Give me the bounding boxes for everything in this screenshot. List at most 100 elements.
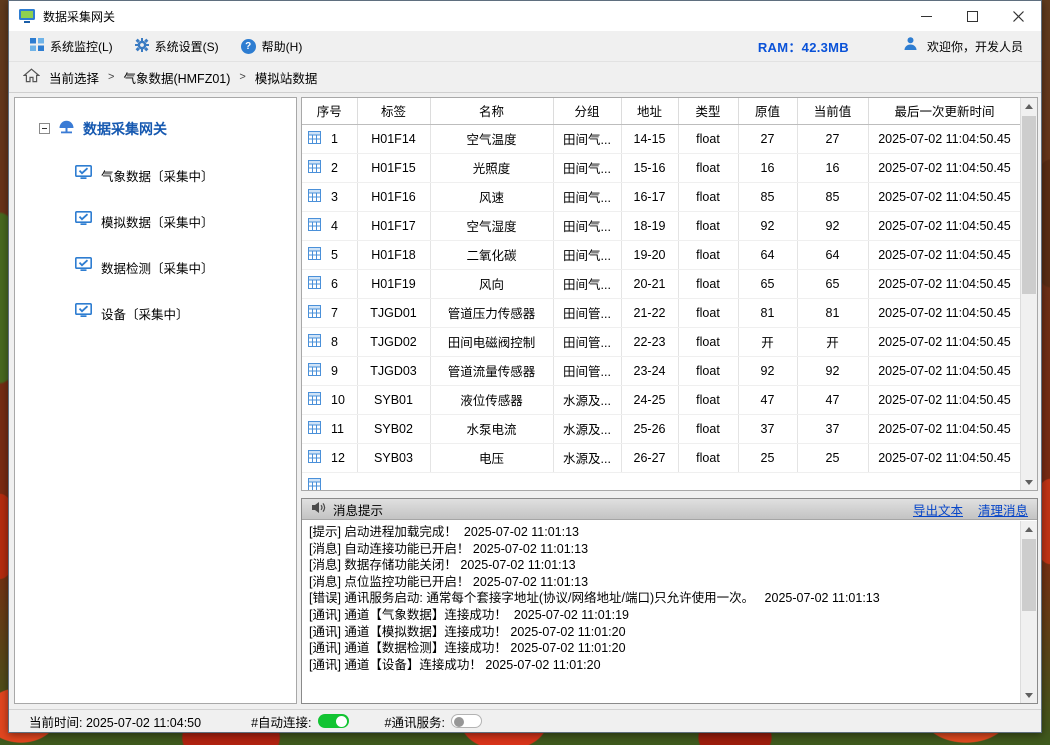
cell-type: float: [678, 240, 738, 269]
toggle-knob: [336, 716, 347, 727]
comm-service-label: #通讯服务:: [385, 712, 445, 731]
grid-row-icon: [308, 305, 321, 321]
breadcrumb-page[interactable]: 模拟站数据: [255, 68, 318, 87]
cell-address: 14-15: [621, 124, 678, 153]
cell-current-value: 92: [797, 211, 868, 240]
table-row[interactable]: 9 TJGD03 管道流量传感器 田间管... 23-24 float 92 9…: [302, 356, 1021, 385]
title-bar: 数据采集网关: [9, 1, 1041, 31]
table-header-row: 序号 标签 名称 分组 地址 类型 原值 当前值 最后一次更新时间: [302, 98, 1021, 124]
auto-connect-toggle[interactable]: [318, 714, 349, 728]
cell-tag: H01F17: [357, 211, 430, 240]
cell-type: float: [678, 414, 738, 443]
col-header-current[interactable]: 当前值: [797, 98, 868, 124]
cell-type: float: [678, 124, 738, 153]
table-row[interactable]: 11 SYB02 水泵电流 水源及... 25-26 float 37 37 2…: [302, 414, 1021, 443]
cell-address: 20-21: [621, 269, 678, 298]
scroll-up-arrow[interactable]: [1021, 98, 1037, 114]
cell-updated-time: 2025-07-02 11:04:50.45: [868, 240, 1021, 269]
clear-messages-link[interactable]: 清理消息: [978, 500, 1028, 519]
grid-row-icon: [308, 363, 321, 379]
col-header-name[interactable]: 名称: [430, 98, 553, 124]
col-header-tag[interactable]: 标签: [357, 98, 430, 124]
cell-index: 10: [331, 393, 345, 407]
help-icon: ?: [241, 39, 256, 54]
col-header-address[interactable]: 地址: [621, 98, 678, 124]
home-icon[interactable]: [23, 68, 40, 86]
monitor-check-icon: [75, 303, 92, 323]
cell-name: 液位传感器: [430, 385, 553, 414]
cell-type: float: [678, 298, 738, 327]
close-button[interactable]: [995, 1, 1041, 31]
col-header-updated[interactable]: 最后一次更新时间: [868, 98, 1021, 124]
table-row[interactable]: 2 H01F15 光照度 田间气... 15-16 float 16 16 20…: [302, 153, 1021, 182]
menu-system-settings[interactable]: 系统设置(S): [124, 31, 230, 61]
cell-index: 4: [331, 219, 338, 233]
table-row[interactable]: 7 TJGD01 管道压力传感器 田间管... 21-22 float 81 8…: [302, 298, 1021, 327]
cell-tag: H01F15: [357, 153, 430, 182]
cell-tag: H01F16: [357, 182, 430, 211]
cell-group: 田间气...: [553, 240, 621, 269]
col-header-type[interactable]: 类型: [678, 98, 738, 124]
table-row[interactable]: 6 H01F19 风向 田间气... 20-21 float 65 65 202…: [302, 269, 1021, 298]
table-row[interactable]: 5 H01F18 二氧化碳 田间气... 19-20 float 64 64 2…: [302, 240, 1021, 269]
scroll-down-arrow[interactable]: [1021, 687, 1037, 703]
auto-connect-label: #自动连接:: [251, 712, 311, 731]
table-scrollbar-thumb[interactable]: [1022, 116, 1036, 294]
tree-root-gateway[interactable]: 数据采集网关: [15, 118, 296, 139]
cell-group: 田间管...: [553, 356, 621, 385]
menu-system-monitor[interactable]: 系统监控(L): [19, 31, 124, 61]
cell-original-value: 16: [738, 153, 797, 182]
menu-help[interactable]: ? 帮助(H): [230, 31, 314, 61]
cell-address: 26-27: [621, 443, 678, 472]
message-line: [提示] 启动进程加载完成！ 2025-07-02 11:01:13: [309, 524, 1020, 541]
cell-updated-time: 2025-07-02 11:04:50.45: [868, 211, 1021, 240]
message-scrollbar: [1020, 521, 1037, 703]
export-text-link[interactable]: 导出文本: [913, 500, 963, 519]
table-row[interactable]: 10 SYB01 液位传感器 水源及... 24-25 float 47 47 …: [302, 385, 1021, 414]
table-row[interactable]: 12 SYB03 电压 水源及... 26-27 float 25 25 202…: [302, 443, 1021, 472]
cell-updated-time: 2025-07-02 11:04:50.45: [868, 182, 1021, 211]
table-row[interactable]: 4 H01F17 空气湿度 田间气... 18-19 float 92 92 2…: [302, 211, 1021, 240]
table-row[interactable]: 3 H01F16 风速 田间气... 16-17 float 85 85 202…: [302, 182, 1021, 211]
maximize-button[interactable]: [949, 1, 995, 31]
breadcrumb-channel[interactable]: 气象数据(HMFZ01): [123, 68, 230, 87]
table-row-partial: [302, 473, 1021, 492]
tree-item[interactable]: 气象数据〔采集中〕: [15, 165, 296, 185]
col-header-index[interactable]: 序号: [302, 98, 357, 124]
cell-type: float: [678, 182, 738, 211]
cell-index: 7: [331, 306, 338, 320]
cell-current-value: 85: [797, 182, 868, 211]
table-row[interactable]: 8 TJGD02 田间电磁阀控制 田间管... 22-23 float 开 开 …: [302, 327, 1021, 356]
cell-tag: SYB02: [357, 414, 430, 443]
cell-tag: H01F14: [357, 124, 430, 153]
scroll-down-arrow[interactable]: [1021, 474, 1037, 490]
tree-item[interactable]: 数据检测〔采集中〕: [15, 257, 296, 277]
tree-item[interactable]: 模拟数据〔采集中〕: [15, 211, 296, 231]
cell-updated-time: 2025-07-02 11:04:50.45: [868, 385, 1021, 414]
collapse-icon[interactable]: [39, 123, 50, 134]
cell-updated-time: 2025-07-02 11:04:50.45: [868, 298, 1021, 327]
cell-type: float: [678, 153, 738, 182]
tree-item[interactable]: 设备〔采集中〕: [15, 303, 296, 323]
cell-updated-time: 2025-07-02 11:04:50.45: [868, 443, 1021, 472]
cell-current-value: 37: [797, 414, 868, 443]
message-panel: 消息提示 导出文本 清理消息 [提示] 启动进程加载完成！ 2025-07-02…: [301, 498, 1038, 704]
minimize-button[interactable]: [903, 1, 949, 31]
message-panel-header: 消息提示 导出文本 清理消息: [302, 499, 1037, 520]
cell-current-value: 81: [797, 298, 868, 327]
app-window: 数据采集网关 系统监控(L) 系统设置(S) ? 帮助(H) RAM：4: [8, 0, 1042, 733]
col-header-group[interactable]: 分组: [553, 98, 621, 124]
message-line: [通讯] 通道【数据检测】连接成功！ 2025-07-02 11:01:20: [309, 640, 1020, 657]
cell-type: float: [678, 269, 738, 298]
col-header-original[interactable]: 原值: [738, 98, 797, 124]
menu-item-label: 系统设置(S): [155, 38, 219, 55]
system-monitor-icon: [30, 38, 44, 54]
message-scrollbar-thumb[interactable]: [1022, 539, 1036, 611]
comm-service-toggle[interactable]: [451, 714, 482, 728]
cell-updated-time: 2025-07-02 11:04:50.45: [868, 356, 1021, 385]
message-line: [通讯] 通道【模拟数据】连接成功！ 2025-07-02 11:01:20: [309, 624, 1020, 641]
scroll-up-arrow[interactable]: [1021, 521, 1037, 537]
cell-index: 2: [331, 161, 338, 175]
table-row[interactable]: 1 H01F14 空气温度 田间气... 14-15 float 27 27 2…: [302, 124, 1021, 153]
speaker-icon: [311, 501, 326, 517]
